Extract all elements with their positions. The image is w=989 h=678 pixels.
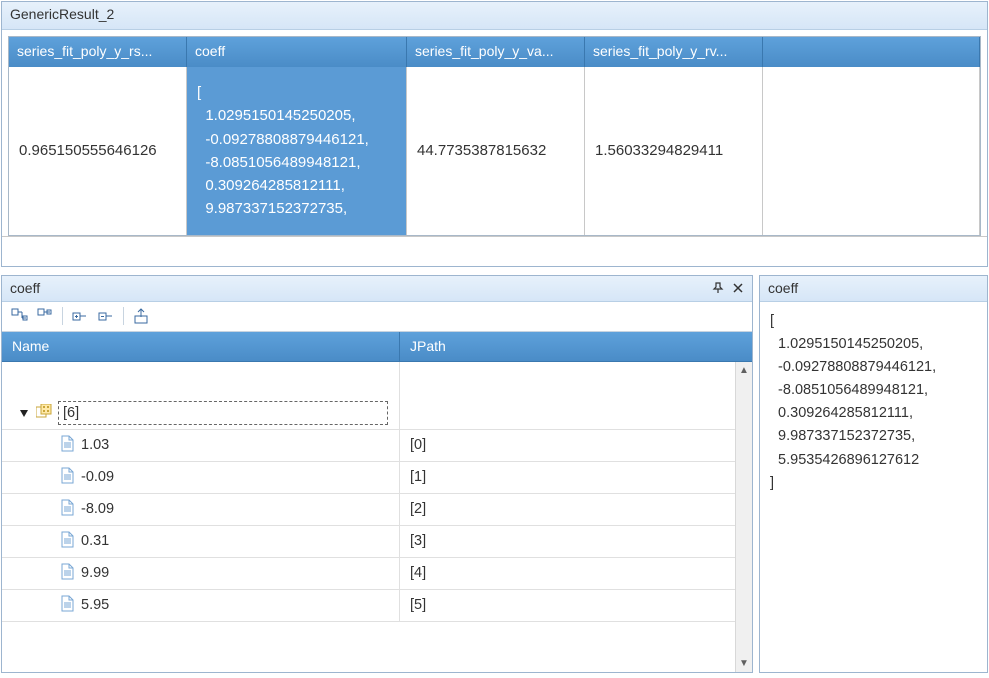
tree-leaf-row[interactable]: 9.99 [4]	[2, 558, 735, 590]
tree-leaf-value: 1.03	[81, 437, 109, 453]
top-panel-title: GenericResult_2	[2, 2, 987, 30]
column-header-coeff[interactable]: coeff	[187, 37, 407, 67]
cell-coeff-value[interactable]: [ 1.0295150145250205, -0.092788088794461…	[187, 67, 407, 235]
tree-toolbar	[2, 302, 752, 332]
pin-icon[interactable]	[708, 278, 728, 298]
expand-node-button[interactable]	[69, 305, 91, 327]
tree-panel: coeff	[1, 275, 753, 673]
toolbar-separator	[123, 307, 124, 325]
column-header-empty	[763, 37, 980, 67]
column-header-rv[interactable]: series_fit_poly_y_rv...	[585, 37, 763, 67]
cell-rs-value[interactable]: 0.965150555646126	[9, 67, 187, 235]
close-icon[interactable]	[728, 278, 748, 298]
tree-body: [6] 1.03 [0] -0.09 [1] -8.09 [2] 0.31 [3] 9.99 [4…	[2, 362, 752, 672]
tree-leaf-value: 0.31	[81, 533, 109, 549]
tree-leaf-row[interactable]: 0.31 [3]	[2, 526, 735, 558]
collapse-node-button[interactable]	[95, 305, 117, 327]
collapse-all-button[interactable]	[34, 305, 56, 327]
text-panel-header: coeff	[760, 276, 987, 302]
tree-leaf-value: 5.95	[81, 597, 109, 613]
tree-leaf-row[interactable]: 1.03 [0]	[2, 430, 735, 462]
bottom-area: coeff	[1, 275, 988, 673]
top-panel-footer-space	[2, 236, 987, 266]
tree-grid-header: Name JPath	[2, 332, 752, 362]
scroll-down-icon[interactable]: ▼	[736, 655, 752, 672]
top-results-panel: GenericResult_2 series_fit_poly_y_rs... …	[1, 1, 988, 267]
tree-root-selected[interactable]: [6]	[58, 401, 388, 425]
column-header-rs[interactable]: series_fit_poly_y_rs...	[9, 37, 187, 67]
cell-va-value[interactable]: 44.7735387815632	[407, 67, 585, 235]
tree-panel-header: coeff	[2, 276, 752, 302]
tree-panel-title: coeff	[10, 280, 40, 296]
grid-header-row: series_fit_poly_y_rs... coeff series_fit…	[9, 37, 980, 67]
scroll-up-icon[interactable]: ▲	[736, 362, 752, 379]
tree-leaf-row[interactable]: 5.95 [5]	[2, 590, 735, 622]
tree-leaf-jpath: [2]	[400, 494, 735, 525]
document-icon	[60, 531, 75, 552]
array-icon	[36, 404, 52, 423]
expand-all-button[interactable]	[8, 305, 30, 327]
document-icon	[60, 467, 75, 488]
export-button[interactable]	[130, 305, 152, 327]
text-panel: coeff [ 1.0295150145250205, -0.092788088…	[759, 275, 988, 673]
tree-col-jpath[interactable]: JPath	[400, 332, 752, 361]
tree-root-row[interactable]: [6]	[2, 398, 735, 430]
tree-leaf-jpath: [0]	[400, 430, 735, 461]
tree-leaf-jpath: [5]	[400, 590, 735, 621]
tree-vertical-scrollbar[interactable]: ▲ ▼	[735, 362, 752, 672]
tree-leaf-row[interactable]: -8.09 [2]	[2, 494, 735, 526]
tree-blank-row	[2, 362, 735, 398]
tree-leaf-value: 9.99	[81, 565, 109, 581]
tree-scroll-area: [6] 1.03 [0] -0.09 [1] -8.09 [2] 0.31 [3] 9.99 [4…	[2, 362, 735, 672]
document-icon	[60, 499, 75, 520]
tree-col-name[interactable]: Name	[2, 332, 400, 361]
tree-leaf-value: -0.09	[81, 469, 114, 485]
tree-leaf-jpath: [4]	[400, 558, 735, 589]
tree-leaf-value: -8.09	[81, 501, 114, 517]
tree-leaf-row[interactable]: -0.09 [1]	[2, 462, 735, 494]
text-panel-title: coeff	[768, 280, 798, 296]
cell-rv-value[interactable]: 1.56033294829411	[585, 67, 763, 235]
cell-coeff-array-text: [ 1.0295150145250205, -0.092788088794461…	[197, 75, 369, 227]
text-panel-body[interactable]: [ 1.0295150145250205, -0.092788088794461…	[760, 302, 987, 672]
tree-root-label: [6]	[63, 405, 79, 421]
column-header-va[interactable]: series_fit_poly_y_va...	[407, 37, 585, 67]
document-icon	[60, 563, 75, 584]
document-icon	[60, 435, 75, 456]
results-grid: series_fit_poly_y_rs... coeff series_fit…	[8, 36, 981, 236]
expand-arrow-icon[interactable]	[18, 407, 30, 419]
grid-data-row[interactable]: 0.965150555646126 [ 1.0295150145250205, …	[9, 67, 980, 235]
tree-leaf-jpath: [1]	[400, 462, 735, 493]
tree-leaf-jpath: [3]	[400, 526, 735, 557]
document-icon	[60, 595, 75, 616]
toolbar-separator	[62, 307, 63, 325]
cell-empty	[763, 67, 980, 235]
